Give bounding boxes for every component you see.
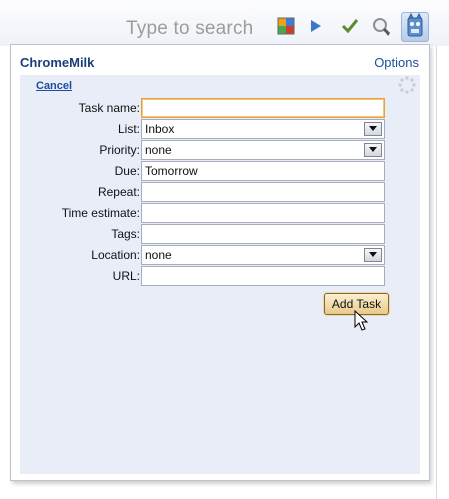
repeat-input[interactable] [141,182,385,202]
tags-label: Tags: [111,227,140,241]
window-edge [436,46,437,499]
repeat-label: Repeat: [97,185,140,199]
time-estimate-label: Time estimate: [61,206,140,220]
chevron-down-icon[interactable] [364,248,382,262]
search-placeholder[interactable]: Type to search [126,18,253,40]
priority-label: Priority: [99,143,140,157]
checkmark-icon[interactable] [341,17,359,35]
feed-icon[interactable] [277,17,295,35]
chromemilk-icon [407,12,423,37]
chromemilk-popup: ChromeMilk Options Cancel Task name: Lis… [10,44,430,481]
chromemilk-toolbar-button[interactable] [401,12,429,42]
chevron-down-icon[interactable] [364,122,382,136]
tags-input[interactable] [141,224,385,244]
location-label: Location: [91,248,140,262]
url-label: URL: [112,269,140,283]
search-icon[interactable] [372,17,391,36]
due-input[interactable]: Tomorrow [141,161,385,181]
list-select[interactable]: Inbox [141,119,385,139]
loading-spinner-icon [398,76,416,94]
time-estimate-input[interactable] [141,203,385,223]
options-link[interactable]: Options [374,55,419,70]
cancel-link[interactable]: Cancel [36,80,72,92]
chevron-down-icon[interactable] [364,143,382,157]
list-selected-value: Inbox [145,122,175,136]
priority-select[interactable]: none [141,140,385,160]
url-input[interactable] [141,266,385,286]
location-selected-value: none [145,248,172,262]
browser-toolbar: Type to search [0,0,449,46]
mouse-cursor-icon [354,309,370,332]
task-name-input[interactable] [141,98,385,118]
priority-selected-value: none [145,143,172,157]
screen: Type to search ChromeMilk Options Cancel… [0,0,449,499]
location-select[interactable]: none [141,245,385,265]
task-name-label: Task name: [78,101,140,115]
popup-title: ChromeMilk [20,55,95,70]
list-label: List: [117,122,140,136]
add-task-panel: Cancel Task name: List: Inbox Priority: … [20,75,420,474]
play-icon[interactable] [306,17,324,35]
due-label: Due: [114,164,140,178]
